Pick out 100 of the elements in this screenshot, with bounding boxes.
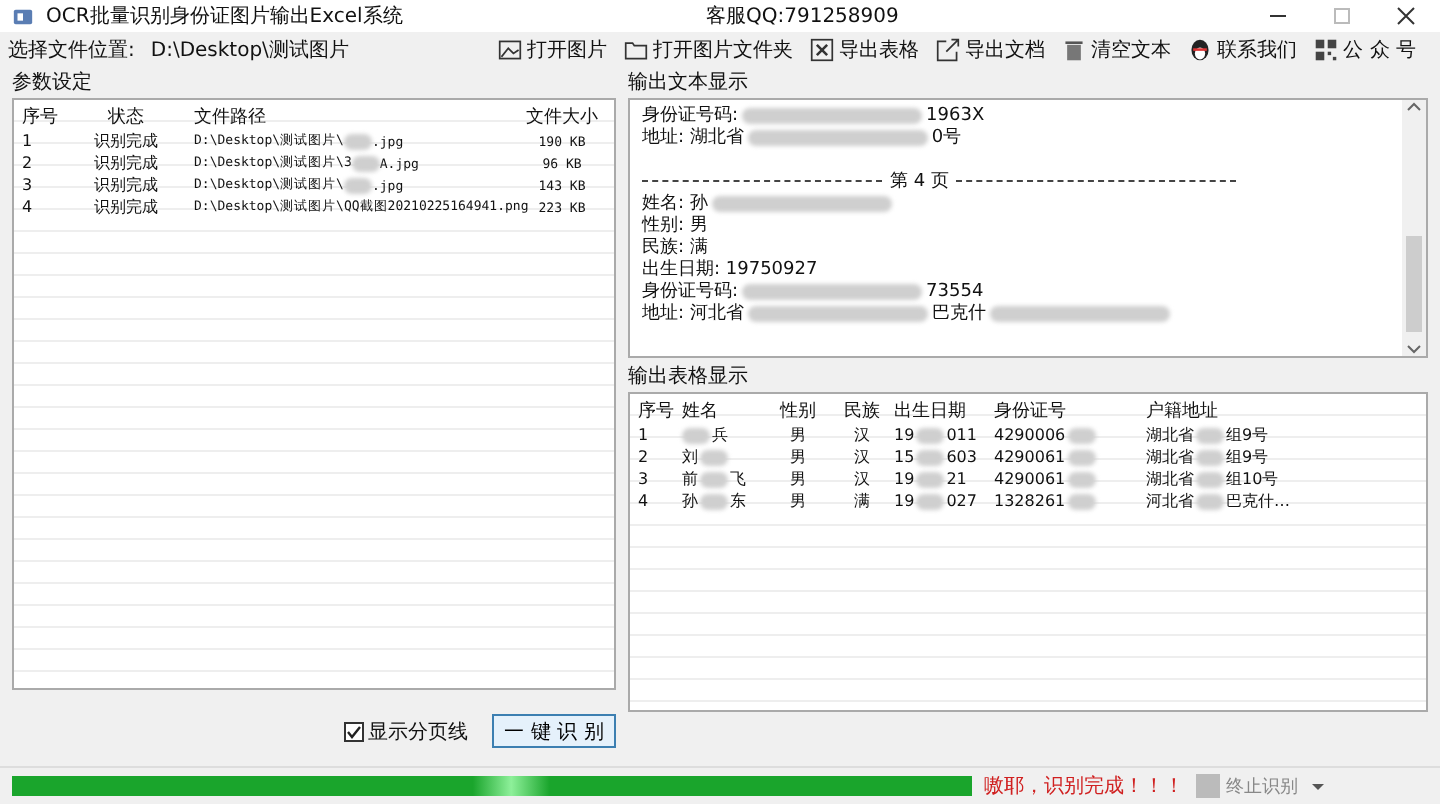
scrollbar[interactable] bbox=[1402, 100, 1426, 356]
table-cell: 组10号 bbox=[1226, 468, 1279, 490]
table-cell: 4 bbox=[638, 492, 649, 510]
text-output-area[interactable]: 身份证号码: 1963X 地址: 湖北省 0号 第 4 页 姓名: 孙 性别: 男 民族: 满 出生日期: 19750927 身份证号码: 73554 地址: 河北省 巴克什 bbox=[628, 98, 1428, 358]
app-icon bbox=[12, 5, 34, 27]
scroll-up-icon[interactable] bbox=[1406, 100, 1422, 116]
path-label: 选择文件位置: bbox=[8, 37, 135, 64]
table-cell: 1 bbox=[638, 426, 649, 444]
trash-icon bbox=[1061, 38, 1086, 62]
folder-icon bbox=[623, 38, 648, 62]
toolbar-button[interactable]: 联系我们 bbox=[1183, 36, 1302, 64]
output-text: 地址: 河北省 bbox=[642, 301, 744, 326]
window-title: OCR批量识别身份证图片输出Excel系统 bbox=[46, 3, 405, 30]
recognize-button[interactable]: 一 键 识 别 bbox=[492, 714, 616, 748]
redaction-blur bbox=[1196, 427, 1224, 443]
redaction-blur bbox=[1196, 449, 1224, 465]
table-cell-text: 识别完成 bbox=[92, 196, 160, 218]
output-text: 73554 bbox=[926, 281, 984, 301]
table-cell: 19 bbox=[894, 426, 915, 444]
toolbar-button[interactable]: 清空文本 bbox=[1057, 36, 1176, 64]
checkbox-icon[interactable] bbox=[344, 721, 364, 741]
table-cell-text: 识别完成 bbox=[92, 130, 160, 152]
close-icon[interactable] bbox=[1396, 6, 1416, 26]
table-cell: 满 bbox=[854, 490, 870, 512]
table-cell: 兵 bbox=[712, 424, 728, 446]
output-text: 0号 bbox=[931, 126, 962, 150]
output-text: 出生日期: 19750927 bbox=[642, 257, 818, 281]
output-text: 1963X bbox=[926, 105, 985, 125]
path-field[interactable]: D:\Desktop\测试图片 bbox=[150, 36, 391, 64]
column-header: 文件大小 bbox=[524, 105, 600, 130]
table-cell-text: 3 bbox=[22, 176, 35, 194]
redaction-blur bbox=[916, 471, 945, 487]
table-cell: 4290061 bbox=[994, 448, 1066, 466]
table-cell: 湖北省 bbox=[1146, 446, 1194, 468]
table-cell: 19 bbox=[894, 492, 915, 510]
column-header: 姓名 bbox=[682, 399, 720, 424]
redaction-blur bbox=[682, 427, 710, 443]
table-cell: 603 bbox=[946, 448, 977, 466]
qr-code-icon bbox=[1313, 38, 1338, 62]
table-cell: 3 bbox=[638, 470, 649, 488]
page-lines-checkbox[interactable]: 显示分页线 bbox=[344, 717, 468, 745]
redaction-blur bbox=[1067, 471, 1096, 487]
table-cell: 1328261 bbox=[994, 492, 1066, 510]
column-header: 户籍地址 bbox=[1146, 399, 1220, 424]
column-header: 状态 bbox=[106, 105, 146, 130]
table-cell-text: 2 bbox=[22, 154, 35, 172]
redaction-blur bbox=[1067, 449, 1096, 465]
redaction-blur bbox=[916, 449, 945, 465]
redaction-blur bbox=[351, 155, 380, 171]
table-cell: 4290006 bbox=[994, 426, 1066, 444]
redaction-blur bbox=[343, 133, 372, 149]
table-cell: 汉 bbox=[854, 446, 870, 468]
table-cell: 孙 bbox=[682, 490, 698, 512]
redaction-blur bbox=[1196, 471, 1224, 487]
table-cell: 男 bbox=[790, 468, 806, 490]
table-cell: 汉 bbox=[854, 468, 870, 490]
column-header: 身份证号 bbox=[994, 399, 1068, 424]
redaction-blur bbox=[1067, 427, 1096, 443]
column-header: 序号 bbox=[22, 105, 60, 130]
group-title: 输出文本显示 bbox=[628, 72, 750, 96]
column-header: 文件路径 bbox=[192, 105, 268, 130]
status-message: 嗷耶，识别完成！！！ bbox=[984, 773, 1184, 800]
scroll-down-icon[interactable] bbox=[1406, 340, 1422, 356]
table-cell-text: 4 bbox=[22, 198, 35, 216]
spreadsheet-icon bbox=[809, 38, 834, 62]
image-icon bbox=[497, 38, 522, 62]
table-cell: 027 bbox=[946, 492, 977, 510]
toolbar-button[interactable]: 导出表格 bbox=[805, 36, 924, 64]
redaction-blur bbox=[1196, 493, 1224, 509]
table-cell-text: 识别完成 bbox=[92, 174, 160, 196]
table-cell: 汉 bbox=[854, 424, 870, 446]
output-text: 姓名: 孙 bbox=[642, 191, 708, 215]
redaction-blur bbox=[700, 449, 728, 465]
column-header: 性别 bbox=[777, 399, 818, 424]
toolbar-button[interactable]: 导出文档 bbox=[931, 36, 1050, 64]
table-cell: 湖北省 bbox=[1146, 468, 1194, 490]
table-cell: 东 bbox=[730, 490, 746, 512]
table-cell: 河北省 bbox=[1146, 490, 1194, 512]
toolbar-button[interactable]: 打开图片文件夹 bbox=[619, 36, 798, 64]
group-title: 输出表格显示 bbox=[628, 366, 750, 390]
table-cell: 011 bbox=[946, 426, 977, 444]
caret-icon[interactable] bbox=[1310, 778, 1326, 794]
output-text: 巴克什 bbox=[931, 301, 986, 326]
redaction-blur bbox=[343, 177, 372, 193]
toolbar-button[interactable]: 公 众 号 bbox=[1309, 36, 1420, 64]
redaction-blur bbox=[916, 493, 945, 509]
redaction-blur bbox=[1067, 493, 1096, 509]
output-text: 身份证号码: bbox=[642, 279, 739, 303]
table-cell: 前 bbox=[682, 468, 698, 490]
redaction-blur bbox=[916, 427, 945, 443]
output-text: 地址: 湖北省 bbox=[642, 125, 744, 150]
table-cell: 组9号 bbox=[1226, 424, 1269, 446]
table-cell: 飞 bbox=[730, 468, 746, 490]
support-qq: 客服QQ:791258909 bbox=[706, 3, 901, 30]
export-icon bbox=[935, 38, 960, 62]
output-text: 性别: 男 bbox=[642, 213, 708, 237]
output-text: 民族: 满 bbox=[642, 235, 708, 259]
table-cell-text: 识别完成 bbox=[92, 152, 160, 174]
table-cell: 组9号 bbox=[1226, 446, 1269, 468]
toolbar-button[interactable]: 打开图片 bbox=[493, 36, 612, 64]
